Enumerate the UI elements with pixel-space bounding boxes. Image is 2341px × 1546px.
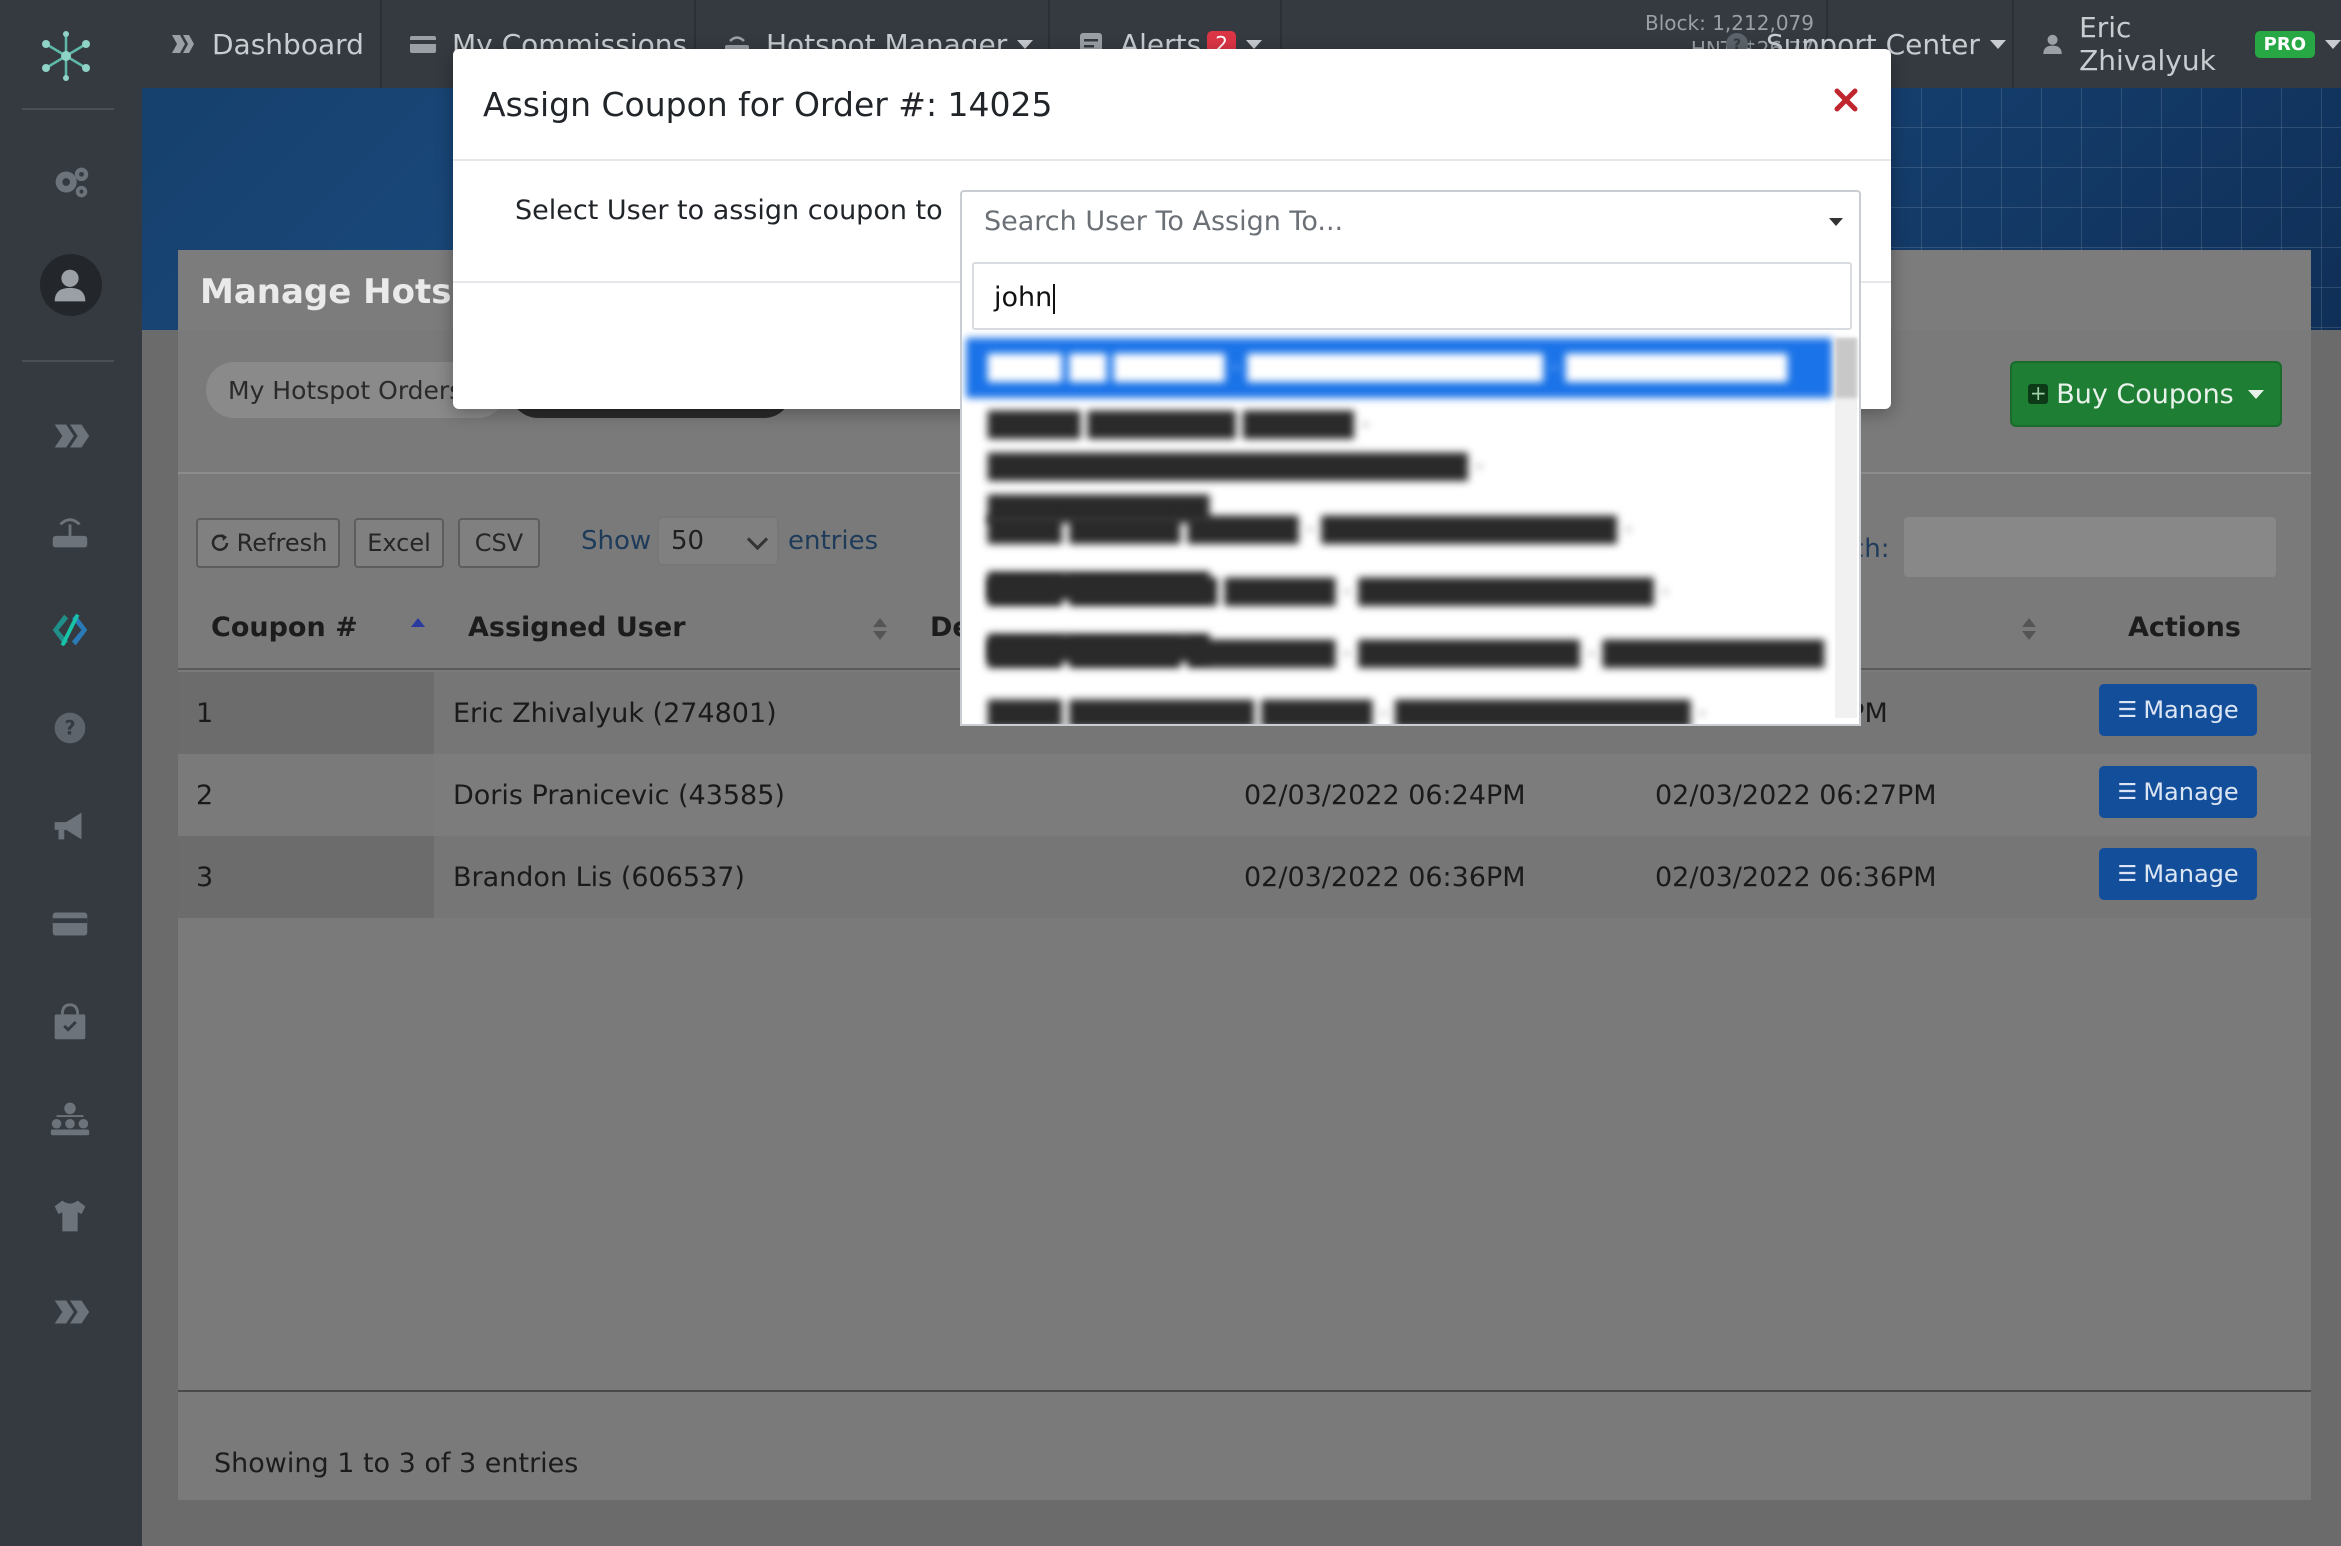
sidebar-divider (22, 360, 114, 362)
user-select[interactable]: Search User To Assign To... (960, 190, 1861, 254)
csv-button[interactable]: CSV (458, 518, 540, 568)
excel-button[interactable]: Excel (354, 518, 444, 568)
date-updated: 02/03/2022 06:36PM (1655, 862, 1937, 893)
excel-label: Excel (367, 529, 431, 557)
nav-dashboard-label: Dashboard (212, 27, 364, 61)
user-icon[interactable] (38, 254, 102, 318)
svg-text:?: ? (64, 717, 75, 740)
user-icon (2043, 34, 2062, 55)
nav-user-menu[interactable]: Eric Zhivalyuk PRO (2040, 0, 2341, 88)
user-option[interactable]: ████ ██████ ██████ · ████████████████ · … (966, 502, 1832, 600)
sort-icon[interactable] (2022, 618, 2036, 640)
shopping-bag-icon[interactable] (38, 990, 102, 1054)
column-header-actions: Actions (2128, 612, 2241, 643)
table-footer-divider (178, 1390, 2311, 1392)
refresh-label: Refresh (236, 529, 328, 557)
buy-coupons-label: Buy Coupons (2056, 378, 2234, 410)
coupon-number: 1 (196, 698, 214, 729)
router-icon[interactable] (38, 502, 102, 566)
credit-card-icon[interactable] (38, 892, 102, 956)
nav-dashboard[interactable]: Dashboard (168, 0, 364, 88)
chevron-down-icon (1245, 39, 1262, 49)
chevron-down-icon (2325, 39, 2341, 49)
user-option[interactable]: ████ ██████████ ██████ · ███████████████… (966, 686, 1832, 724)
chevron-down-icon (746, 528, 769, 551)
tab-label: My Hotspot Orders (228, 375, 463, 405)
entries-label: entries (788, 526, 879, 556)
refresh-icon (211, 534, 228, 551)
table-row: 3 Brandon Lis (606537) 02/03/2022 06:36P… (178, 836, 2311, 918)
nav-divider (380, 0, 382, 88)
row-shade (178, 672, 434, 754)
manage-label: Manage (2143, 778, 2239, 806)
nav-divider (2012, 0, 2014, 88)
helium-icon[interactable] (38, 1280, 102, 1344)
coupon-number: 3 (196, 862, 214, 893)
plus-square-icon: + (2028, 381, 2049, 405)
user-option[interactable]: █████ ████████ ██████ · ████████████████… (966, 404, 1832, 523)
user-select-placeholder: Search User To Assign To... (984, 206, 1344, 237)
chevron-down-icon (2247, 389, 2264, 399)
coupon-number: 2 (196, 780, 214, 811)
manage-label: Manage (2143, 860, 2239, 888)
modal-header-divider (453, 159, 1891, 161)
table-search-input[interactable] (1904, 517, 2276, 577)
sort-ascending-icon[interactable] (411, 618, 425, 640)
team-icon[interactable] (38, 1086, 102, 1150)
chevron-down-icon (1017, 39, 1034, 49)
show-label: Show (581, 526, 652, 556)
text-cursor (1053, 283, 1056, 314)
sidebar-divider (22, 108, 114, 110)
user-option[interactable]: ████ ██ ██████ · ████████████████ · ████… (966, 338, 1832, 398)
manage-list-icon: ☰ (2117, 779, 2138, 805)
manage-button[interactable]: ☰ Manage (2099, 684, 2257, 736)
assigned-user: Brandon Lis (606537) (453, 862, 745, 893)
buy-coupons-button[interactable]: + Buy Coupons (2010, 361, 2282, 427)
date-updated: 02/03/2022 06:27PM (1655, 780, 1937, 811)
manage-button[interactable]: ☰ Manage (2099, 766, 2257, 818)
entries-per-page-select[interactable]: 50 (657, 516, 779, 566)
dashboard-icon (172, 35, 194, 53)
question-icon[interactable]: ? (38, 696, 102, 760)
column-header-assigned-user[interactable]: Assigned User (468, 612, 686, 643)
assigned-user: Doris Pranicevic (43585) (453, 780, 785, 811)
manage-label: Manage (2143, 696, 2239, 724)
table-info: Showing 1 to 3 of 3 entries (214, 1448, 579, 1479)
user-search-value: john (994, 282, 1053, 313)
column-header-coupon[interactable]: Coupon # (211, 612, 358, 643)
nav-user-name: Eric Zhivalyuk (2079, 11, 2216, 77)
manage-button[interactable]: ☰ Manage (2099, 848, 2257, 900)
row-shade (178, 836, 434, 918)
vector-logo-icon[interactable] (38, 598, 102, 662)
chevron-down-icon (1829, 218, 1843, 226)
modal-title: Assign Coupon for Order #: 14025 (483, 85, 1053, 124)
chevron-down-icon (1989, 39, 2006, 49)
user-search-input[interactable]: john (972, 262, 1852, 330)
dropdown-scrollbar-thumb[interactable] (1835, 338, 1857, 398)
sort-icon[interactable] (873, 618, 887, 640)
manage-list-icon: ☰ (2117, 697, 2138, 723)
user-option[interactable]: ████ ██████ ████████ · ████████████ · ██… (966, 626, 1832, 682)
refresh-button[interactable]: Refresh (196, 518, 340, 568)
csv-label: CSV (474, 529, 524, 557)
row-shade (178, 754, 434, 836)
helium-icon[interactable] (38, 404, 102, 468)
assigned-user: Eric Zhivalyuk (274801) (453, 698, 777, 729)
manage-list-icon: ☰ (2117, 861, 2138, 887)
entries-per-page-value: 50 (671, 526, 705, 556)
credit-card-icon (410, 36, 436, 53)
tshirt-icon[interactable] (38, 1184, 102, 1248)
gears-icon[interactable] (38, 150, 102, 214)
user-select-dropdown: john ████ ██ ██████ · ████████████████ ·… (960, 254, 1861, 726)
megaphone-icon[interactable] (38, 794, 102, 858)
assign-user-label: Select User to assign coupon to (515, 195, 943, 226)
pro-badge: PRO (2254, 30, 2315, 58)
app-logo-icon[interactable] (34, 24, 98, 88)
user-option[interactable]: ████ ████████ ██████ · ████████████████ … (966, 564, 1832, 662)
date-created: 02/03/2022 06:36PM (1244, 862, 1526, 893)
close-icon[interactable] (1831, 85, 1861, 115)
date-created: 02/03/2022 06:24PM (1244, 780, 1526, 811)
table-row: 2 Doris Pranicevic (43585) 02/03/2022 06… (178, 754, 2311, 836)
sidebar: ? (0, 0, 142, 1546)
